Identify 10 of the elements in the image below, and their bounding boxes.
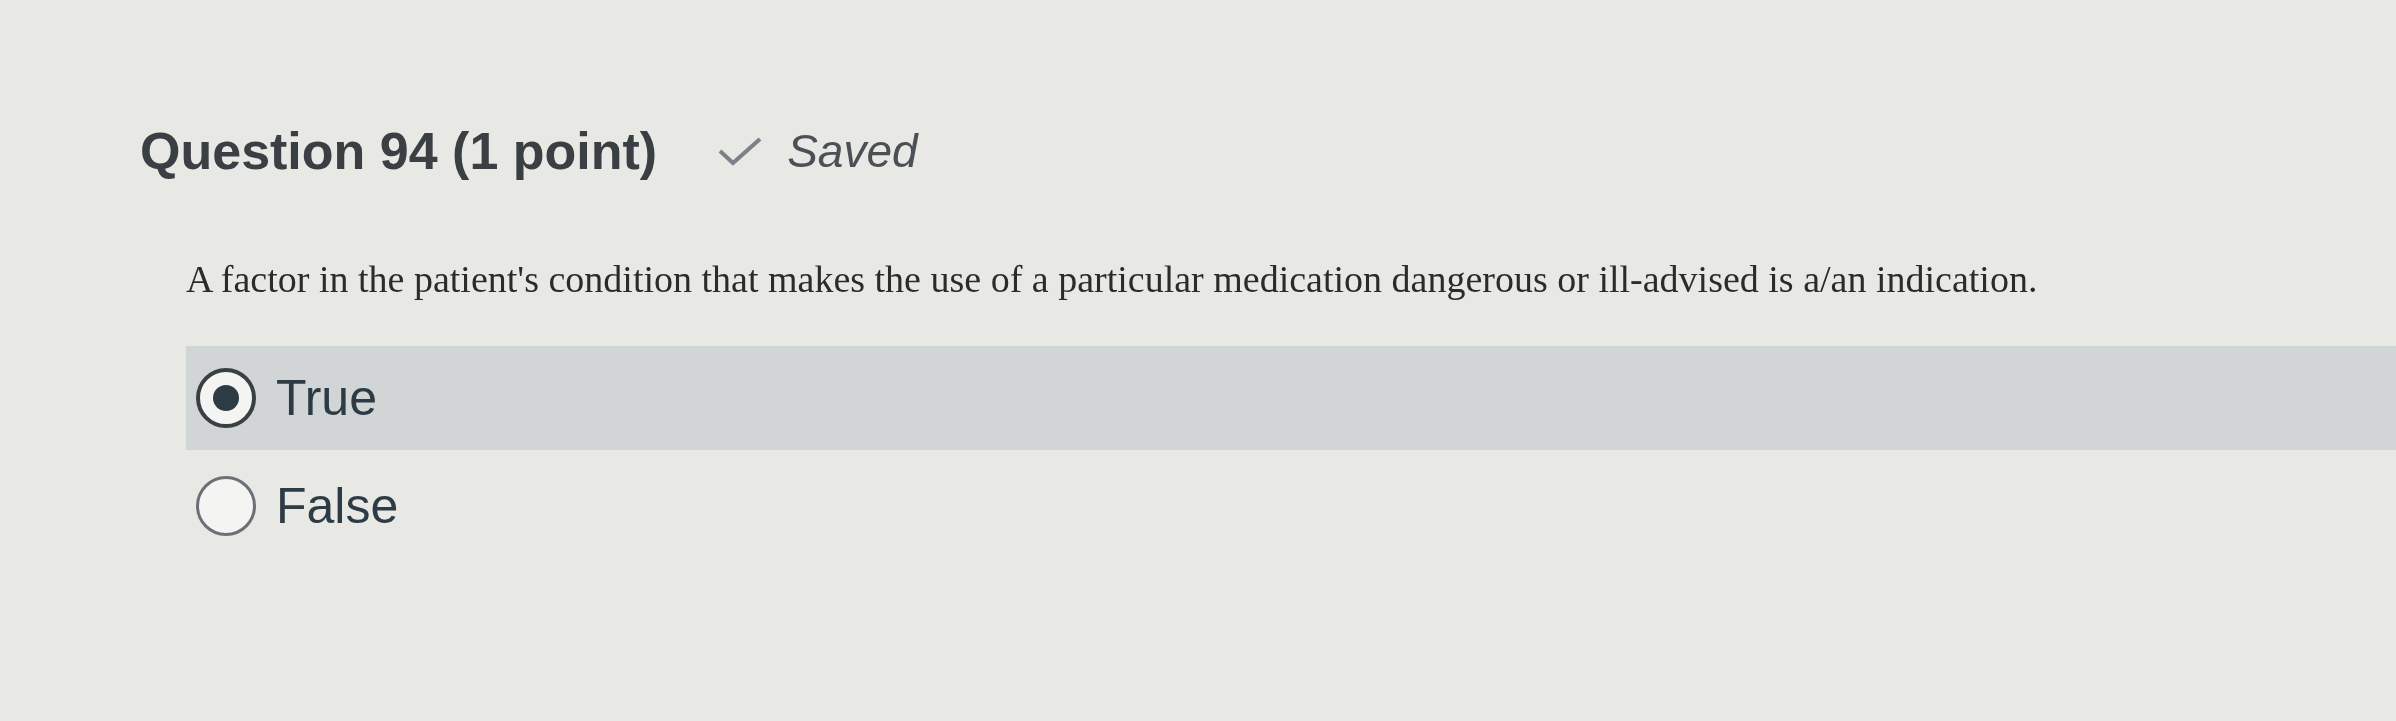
radio-button[interactable]: [196, 368, 256, 428]
radio-button[interactable]: [196, 476, 256, 536]
option-label: True: [276, 368, 377, 428]
answer-option[interactable]: True: [186, 346, 2396, 450]
option-label: False: [276, 476, 399, 536]
question-title: Question 94 (1 point): [140, 121, 658, 182]
saved-status: Saved: [787, 123, 918, 179]
answer-option[interactable]: False: [186, 454, 2396, 558]
checkmark-icon: [717, 136, 764, 166]
question-text: A factor in the patient's condition that makes the use of a particular medication dangerous or ill-advised is a/an indication.: [186, 257, 2039, 302]
